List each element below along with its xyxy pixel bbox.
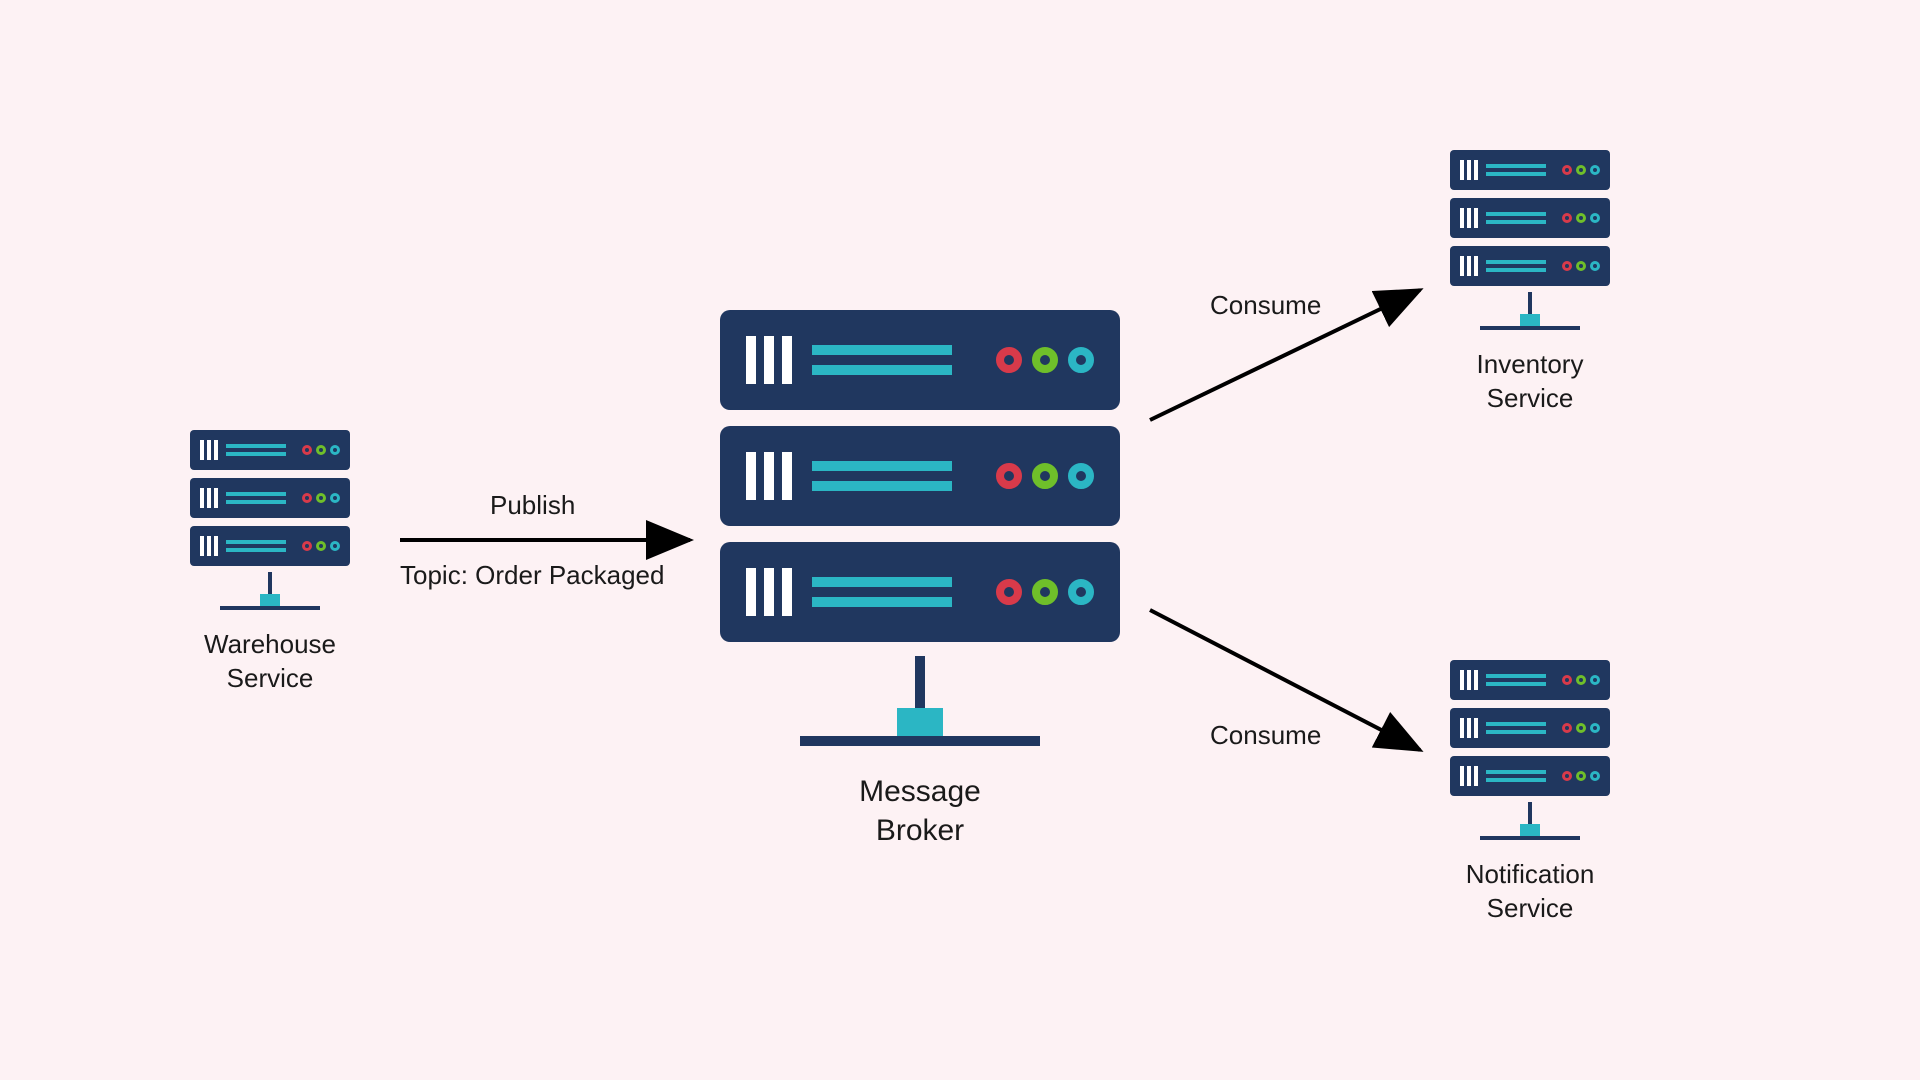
server-stack-icon [1450, 150, 1610, 330]
warehouse-label: Warehouse Service [204, 628, 336, 696]
inventory-service-node: Inventory Service [1450, 150, 1610, 416]
publish-topic-label: Topic: Order Packaged [400, 560, 664, 591]
message-broker-node: Message Broker [720, 310, 1120, 850]
server-stack-icon [1450, 660, 1610, 840]
server-stack-icon [720, 310, 1120, 746]
consume-label-2: Consume [1210, 720, 1321, 751]
consume-label-1: Consume [1210, 290, 1321, 321]
broker-label: Message Broker [859, 772, 981, 850]
publish-label: Publish [490, 490, 575, 521]
notification-service-node: Notification Service [1450, 660, 1610, 926]
server-stack-icon [190, 430, 350, 610]
notification-label: Notification Service [1466, 858, 1595, 926]
warehouse-service-node: Warehouse Service [190, 430, 350, 696]
inventory-label: Inventory Service [1477, 348, 1584, 416]
